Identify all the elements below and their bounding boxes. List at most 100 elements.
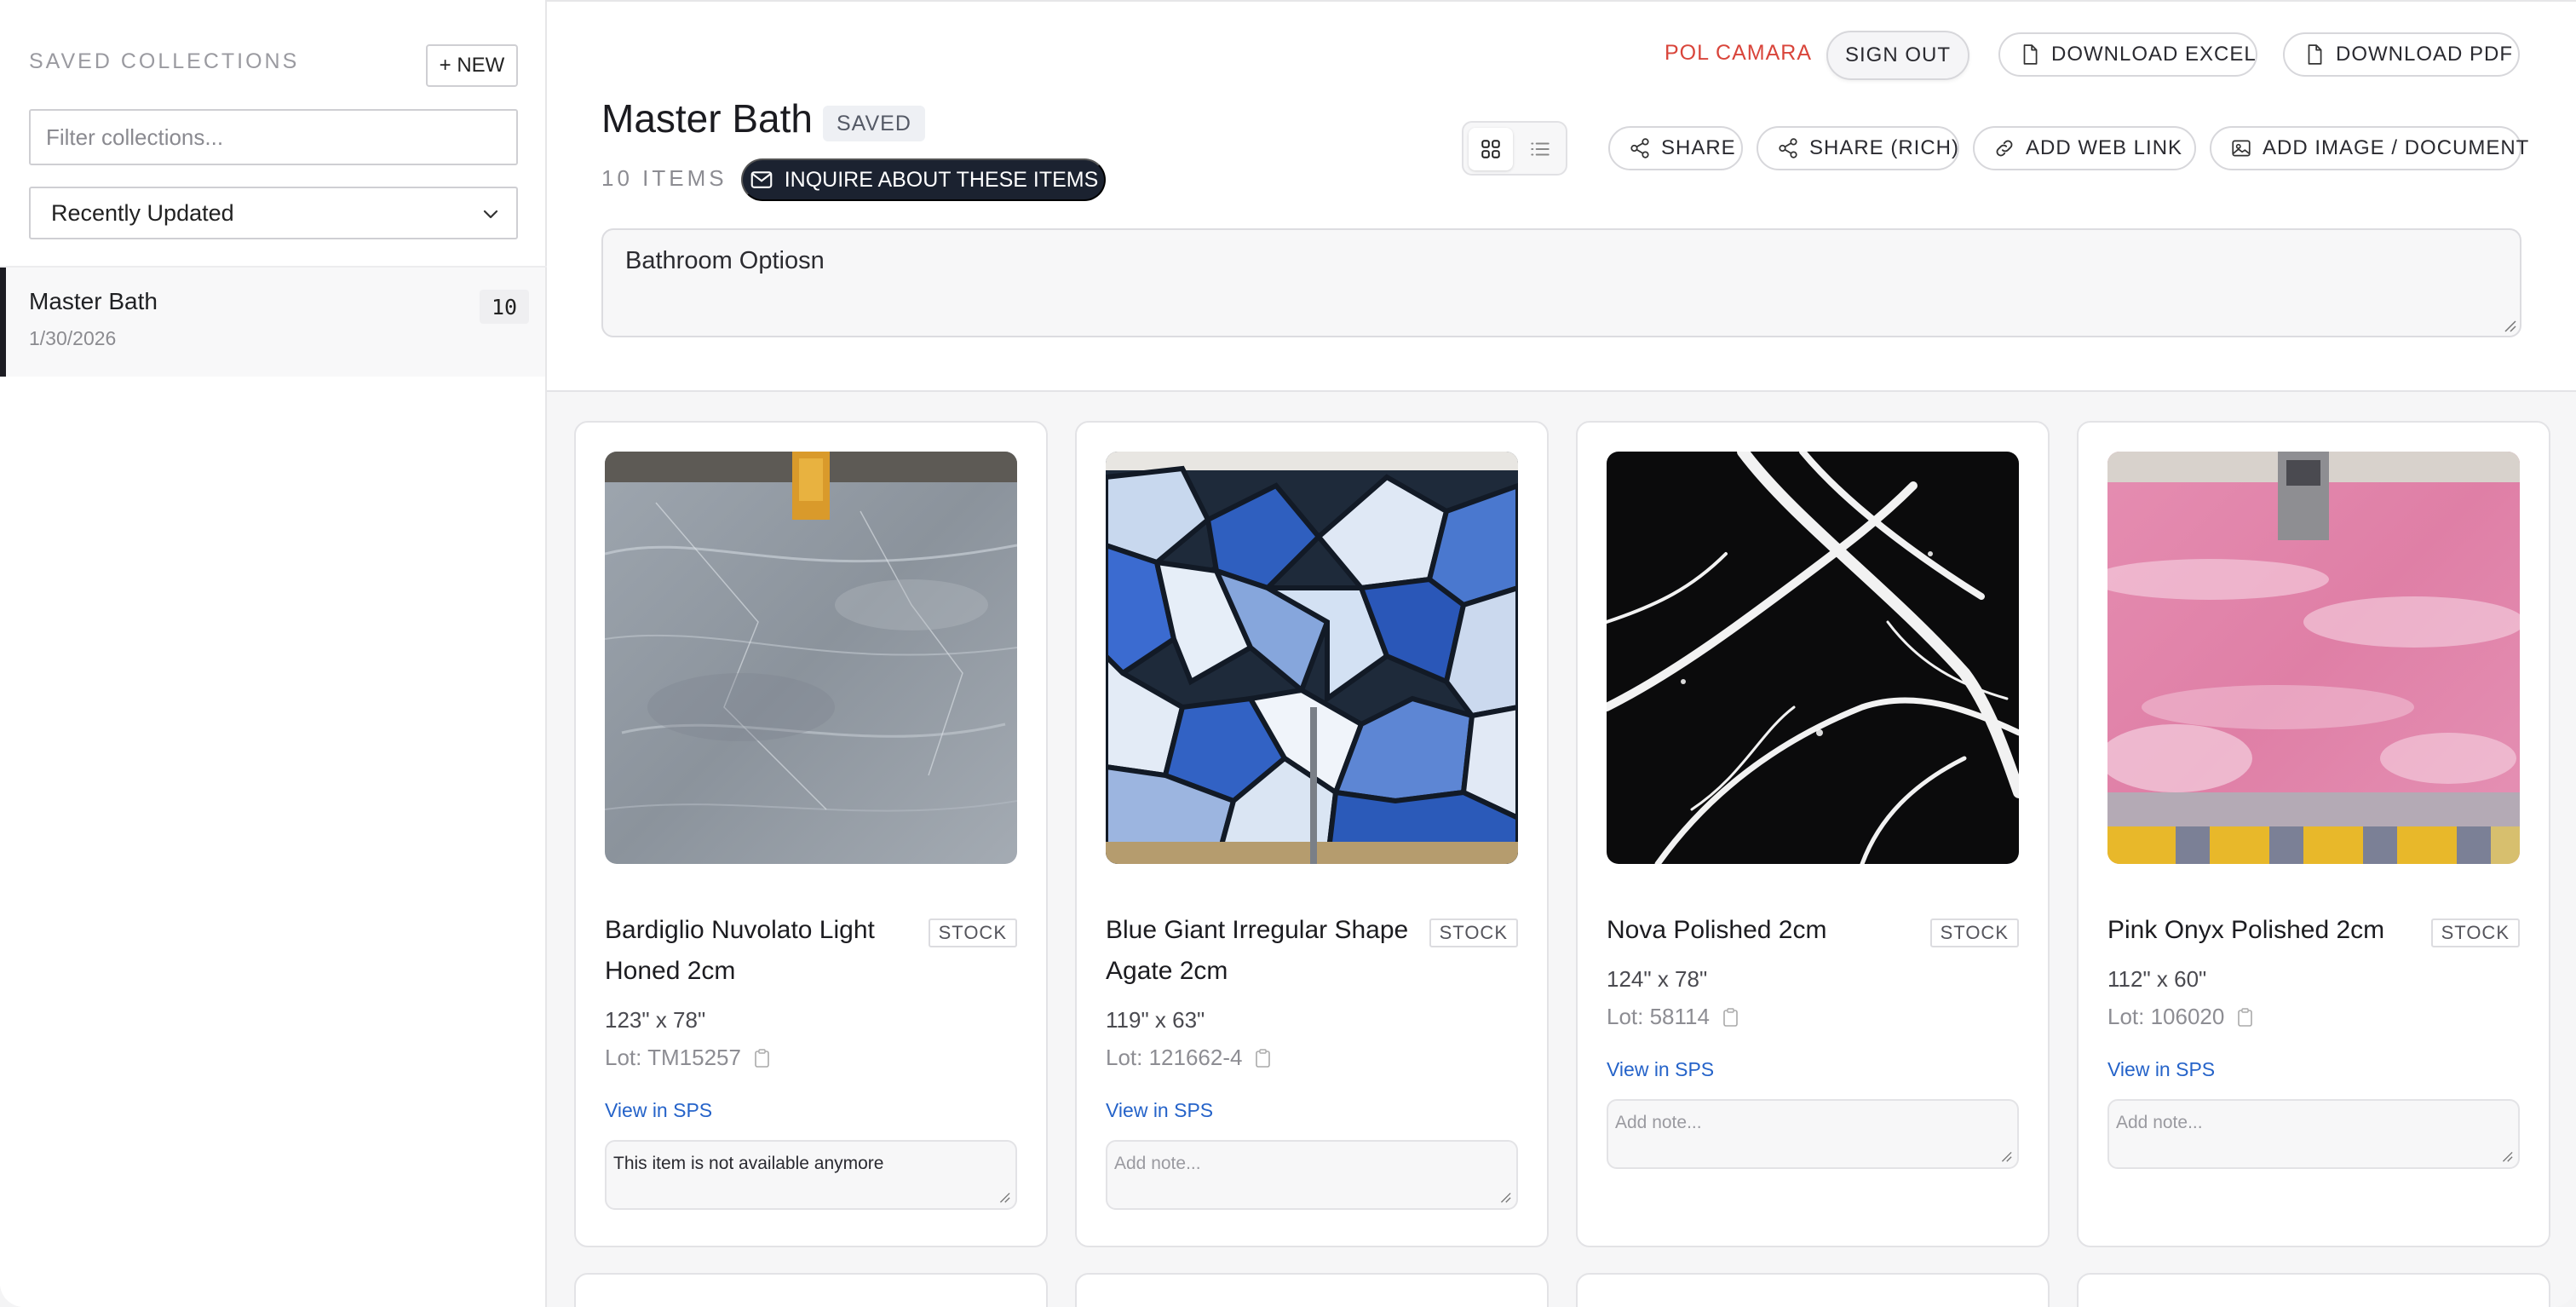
- resize-handle-icon[interactable]: [1498, 1189, 1511, 1203]
- inquire-label: INQUIRE ABOUT THESE ITEMS: [784, 167, 1099, 192]
- item-lot: Lot: TM15257: [605, 1045, 772, 1071]
- download-excel-button[interactable]: DOWNLOAD EXCEL: [1998, 32, 2257, 77]
- page-title: Master Bath: [601, 96, 813, 141]
- collection-description-field[interactable]: Bathroom Optiosn: [601, 228, 2521, 337]
- share-icon: [1779, 138, 1797, 158]
- item-card: Pink Onyx Polished 2cm STOCK 112" x 60" …: [2077, 421, 2550, 1247]
- item-note-placeholder: Add note...: [1615, 1113, 1702, 1132]
- item-note-field[interactable]: Add note...: [2107, 1099, 2520, 1169]
- download-pdf-button[interactable]: DOWNLOAD PDF: [2283, 32, 2520, 77]
- resize-handle-icon[interactable]: [2499, 1149, 2513, 1162]
- item-image[interactable]: [605, 452, 1017, 864]
- item-note-field[interactable]: Add note...: [1607, 1099, 2019, 1169]
- download-excel-label: DOWNLOAD EXCEL: [2051, 43, 2257, 66]
- resize-handle-icon[interactable]: [2501, 317, 2516, 332]
- item-note-field[interactable]: This item is not available anymore: [605, 1140, 1017, 1210]
- item-card: Nova Polished 2cm STOCK 124" x 78" Lot: …: [1576, 421, 2050, 1247]
- copy-icon[interactable]: [2236, 1007, 2255, 1028]
- filter-collections-input[interactable]: [29, 109, 518, 165]
- link-icon: [1996, 140, 2013, 157]
- view-in-sps-link[interactable]: View in SPS: [605, 1099, 712, 1122]
- app-window: SAVED COLLECTIONS + NEW Recently Updated…: [0, 0, 2576, 1307]
- view-in-sps-link[interactable]: View in SPS: [1106, 1099, 1213, 1122]
- list-icon: [1531, 142, 1550, 156]
- share-rich-button[interactable]: SHARE (RICH): [1757, 126, 1959, 170]
- add-image-document-button[interactable]: ADD IMAGE / DOCUMENT: [2210, 126, 2528, 170]
- list-view-button[interactable]: [1518, 128, 1562, 170]
- grey-marble-slab-image: [605, 452, 1017, 864]
- sidebar-title: SAVED COLLECTIONS: [29, 49, 300, 73]
- chevron-down-icon: [483, 210, 498, 219]
- item-image[interactable]: [2107, 452, 2520, 864]
- add-web-link-button[interactable]: ADD WEB LINK: [1973, 126, 2196, 170]
- sort-select[interactable]: Recently Updated: [29, 187, 518, 239]
- item-card: [574, 1273, 1048, 1307]
- share-rich-label: SHARE (RICH): [1809, 136, 1960, 159]
- share-label: SHARE: [1661, 136, 1736, 159]
- view-in-sps-link[interactable]: View in SPS: [1607, 1058, 1714, 1081]
- resize-handle-icon[interactable]: [997, 1189, 1010, 1203]
- add-image-document-label: ADD IMAGE / DOCUMENT: [2263, 136, 2530, 159]
- item-card: Bardiglio Nuvolato Light Honed 2cm STOCK…: [574, 421, 1048, 1247]
- item-lot-text: Lot: 58114: [1607, 1004, 1710, 1029]
- file-icon: [2023, 44, 2038, 65]
- item-lot: Lot: 121662-4: [1106, 1045, 1273, 1071]
- view-toggle: [1462, 121, 1567, 176]
- collection-name: Master Bath: [29, 288, 158, 314]
- copy-icon[interactable]: [1722, 1007, 1740, 1028]
- new-collection-button[interactable]: + NEW: [426, 44, 518, 87]
- share-button[interactable]: SHARE: [1608, 126, 1743, 170]
- item-name[interactable]: Bardiglio Nuvolato Light Honed 2cm: [605, 910, 911, 992]
- item-dimensions: 124" x 78": [1607, 966, 1708, 992]
- black-white-marble-slab-image: [1607, 452, 2019, 864]
- item-name[interactable]: Nova Polished 2cm: [1607, 910, 1913, 951]
- copy-icon[interactable]: [1254, 1048, 1273, 1068]
- item-lot-text: Lot: 106020: [2107, 1004, 2225, 1029]
- download-pdf-label: DOWNLOAD PDF: [2336, 43, 2514, 66]
- top-border: [547, 0, 2576, 2]
- items-grid: Bardiglio Nuvolato Light Honed 2cm STOCK…: [547, 392, 2576, 1307]
- sidebar: SAVED COLLECTIONS + NEW Recently Updated…: [0, 0, 547, 1307]
- stock-badge: STOCK: [1429, 918, 1518, 947]
- item-note-field[interactable]: Add note...: [1106, 1140, 1518, 1210]
- item-dimensions: 119" x 63": [1106, 1007, 1205, 1033]
- sign-out-label: SIGN OUT: [1845, 43, 1952, 66]
- inquire-button[interactable]: INQUIRE ABOUT THESE ITEMS: [741, 158, 1106, 201]
- item-lot: Lot: 58114: [1607, 1004, 1740, 1030]
- item-dimensions: 112" x 60": [2107, 966, 2207, 992]
- stock-badge: STOCK: [928, 918, 1017, 947]
- add-web-link-label: ADD WEB LINK: [2026, 136, 2183, 159]
- item-note-placeholder: Add note...: [2116, 1113, 2203, 1132]
- sort-select-value: Recently Updated: [51, 199, 234, 226]
- item-name[interactable]: Pink Onyx Polished 2cm: [2107, 910, 2414, 951]
- item-name[interactable]: Blue Giant Irregular Shape Agate 2cm: [1106, 910, 1412, 992]
- item-note-placeholder: Add note...: [1114, 1154, 1201, 1173]
- item-card: [1576, 1273, 2050, 1307]
- collection-item[interactable]: Master Bath 1/30/2026 10: [0, 268, 545, 377]
- copy-icon[interactable]: [753, 1048, 772, 1068]
- view-in-sps-link[interactable]: View in SPS: [2107, 1058, 2215, 1081]
- item-image[interactable]: [1106, 452, 1518, 864]
- share-icon: [1630, 138, 1649, 158]
- item-card: [2077, 1273, 2550, 1307]
- user-name: POL CAMARA: [1665, 41, 1813, 65]
- item-image[interactable]: [1607, 452, 2019, 864]
- item-card: [1075, 1273, 1549, 1307]
- grid-view-button[interactable]: [1469, 128, 1513, 170]
- item-card: Blue Giant Irregular Shape Agate 2cm STO…: [1075, 421, 1549, 1247]
- items-count: 10 ITEMS: [601, 165, 727, 191]
- resize-handle-icon[interactable]: [1998, 1149, 2012, 1162]
- image-icon: [2232, 140, 2251, 157]
- item-lot-text: Lot: TM15257: [605, 1045, 741, 1070]
- saved-status-badge: SAVED: [823, 106, 925, 141]
- stock-badge: STOCK: [2430, 918, 2520, 947]
- item-lot: Lot: 106020: [2107, 1004, 2255, 1030]
- stock-badge: STOCK: [1929, 918, 2019, 947]
- sign-out-button[interactable]: SIGN OUT: [1826, 31, 1969, 80]
- pink-onyx-slab-image: [2107, 452, 2520, 864]
- grid-icon: [1481, 140, 1500, 158]
- mail-icon: [750, 171, 773, 188]
- item-dimensions: 123" x 78": [605, 1007, 706, 1033]
- item-note-text: This item is not available anymore: [613, 1154, 884, 1173]
- collection-description-text: Bathroom Optiosn: [625, 247, 825, 274]
